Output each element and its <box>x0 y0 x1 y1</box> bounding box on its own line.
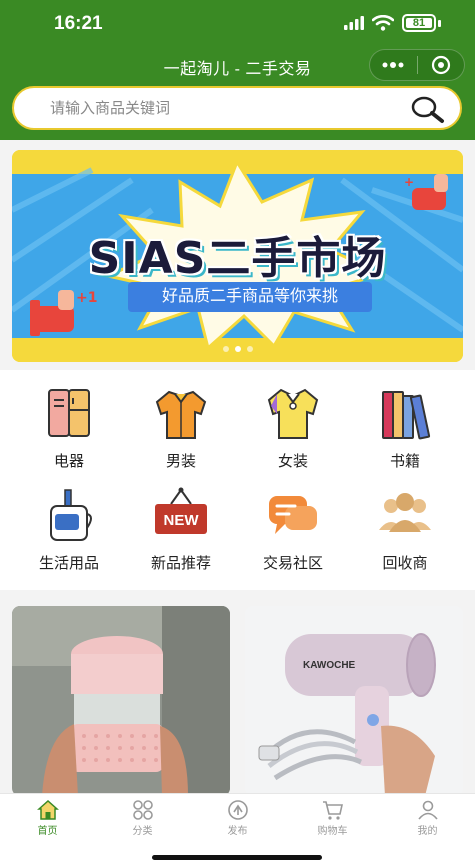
books-icon <box>382 391 431 440</box>
profile-icon <box>417 800 438 820</box>
people-group-icon <box>379 493 431 532</box>
category-item-books[interactable]: 书籍 <box>346 384 464 471</box>
search-icon[interactable] <box>410 94 446 124</box>
category-label: 电器 <box>53 453 84 470</box>
category-item-daily-goods[interactable]: 生活用品 <box>10 486 128 573</box>
category-icon <box>132 800 153 820</box>
category-label: 新品推荐 <box>150 555 211 572</box>
close-program-button[interactable] <box>417 50 464 80</box>
battery-icon: 81 <box>402 14 436 32</box>
category-label: 回收商 <box>382 555 428 572</box>
category-item-appliances[interactable]: 电器 <box>10 384 128 471</box>
toothbrush-cup-icon <box>50 489 92 541</box>
tab-label: 首页 <box>37 826 58 837</box>
category-label: 交易社区 <box>262 555 323 572</box>
product-brand-label: KAWOCHE <box>303 660 356 671</box>
system-indicators: 81 <box>344 14 441 32</box>
banner-dot-active[interactable] <box>234 346 241 352</box>
signal-icon <box>344 16 364 30</box>
mini-program-capsule <box>369 49 465 81</box>
tab-label: 购物车 <box>317 826 348 837</box>
product-image-cup <box>12 606 230 796</box>
target-circle-icon <box>431 55 450 75</box>
tab-label: 分类 <box>132 826 153 837</box>
more-button[interactable] <box>370 50 417 80</box>
appliance-icon <box>48 389 90 437</box>
search-input[interactable] <box>50 99 390 117</box>
category-label: 生活用品 <box>38 555 99 572</box>
nav-bar: 一起淘儿 - 二手交易 <box>0 48 475 82</box>
tab-publish[interactable]: 发布 <box>190 798 285 837</box>
category-item-new-arrivals[interactable]: NEW 新品推荐 <box>122 486 240 573</box>
chat-bubbles-icon <box>269 496 317 534</box>
product-card-hair-dryer[interactable]: KAWOCHE <box>245 606 463 796</box>
status-bar: 16:21 81 <box>0 10 475 38</box>
banner-subtitle: 好品质二手商品等你来挑 <box>128 282 372 312</box>
product-feed: KAWOCHE <box>0 598 475 796</box>
banner-title: SIAS二手市场 <box>88 233 387 284</box>
product-image-hair-dryer: KAWOCHE <box>245 606 463 796</box>
product-card-cup[interactable] <box>12 606 230 796</box>
wifi-icon <box>372 15 394 31</box>
home-indicator <box>152 855 322 860</box>
tab-cart[interactable]: 购物车 <box>285 798 380 837</box>
status-time: 16:21 <box>54 13 103 34</box>
battery-level: 81 <box>412 17 426 29</box>
category-grid: 电器 男装 女装 书籍 生活用品 NEW 新品推荐 交易社区 回收商 <box>0 370 475 590</box>
womens-shirt-icon <box>267 388 319 439</box>
category-label: 女装 <box>277 453 308 470</box>
tab-category[interactable]: 分类 <box>95 798 190 837</box>
category-item-community[interactable]: 交易社区 <box>234 486 352 573</box>
category-label: 书籍 <box>389 453 420 470</box>
tab-label: 我的 <box>417 826 438 837</box>
svg-text:+: + <box>404 175 414 189</box>
app-header: 16:21 81 一起淘儿 - 二手交易 <box>0 0 475 140</box>
publish-icon <box>227 800 248 820</box>
category-item-menswear[interactable]: 男装 <box>122 384 240 471</box>
promo-banner[interactable]: +1 + SIAS二手市场 好品质二手商品等你来挑 <box>12 150 463 362</box>
category-item-womenswear[interactable]: 女装 <box>234 384 352 471</box>
banner-dot[interactable] <box>222 346 229 352</box>
banner-indicator <box>12 346 463 352</box>
category-item-recyclers[interactable]: 回收商 <box>346 486 464 573</box>
tab-home[interactable]: 首页 <box>0 798 95 837</box>
svg-text:+1: +1 <box>76 290 97 306</box>
tab-profile[interactable]: 我的 <box>380 798 475 837</box>
search-bar[interactable] <box>12 86 462 130</box>
mens-shirt-icon <box>155 390 207 439</box>
new-sign-icon: NEW <box>155 487 207 534</box>
more-dots-icon <box>382 62 404 68</box>
cart-icon <box>322 801 343 820</box>
category-label: 男装 <box>165 453 196 470</box>
svg-text:NEW: NEW <box>164 512 200 529</box>
home-icon <box>36 799 59 820</box>
banner-dot[interactable] <box>246 346 253 352</box>
tab-label: 发布 <box>227 826 248 837</box>
